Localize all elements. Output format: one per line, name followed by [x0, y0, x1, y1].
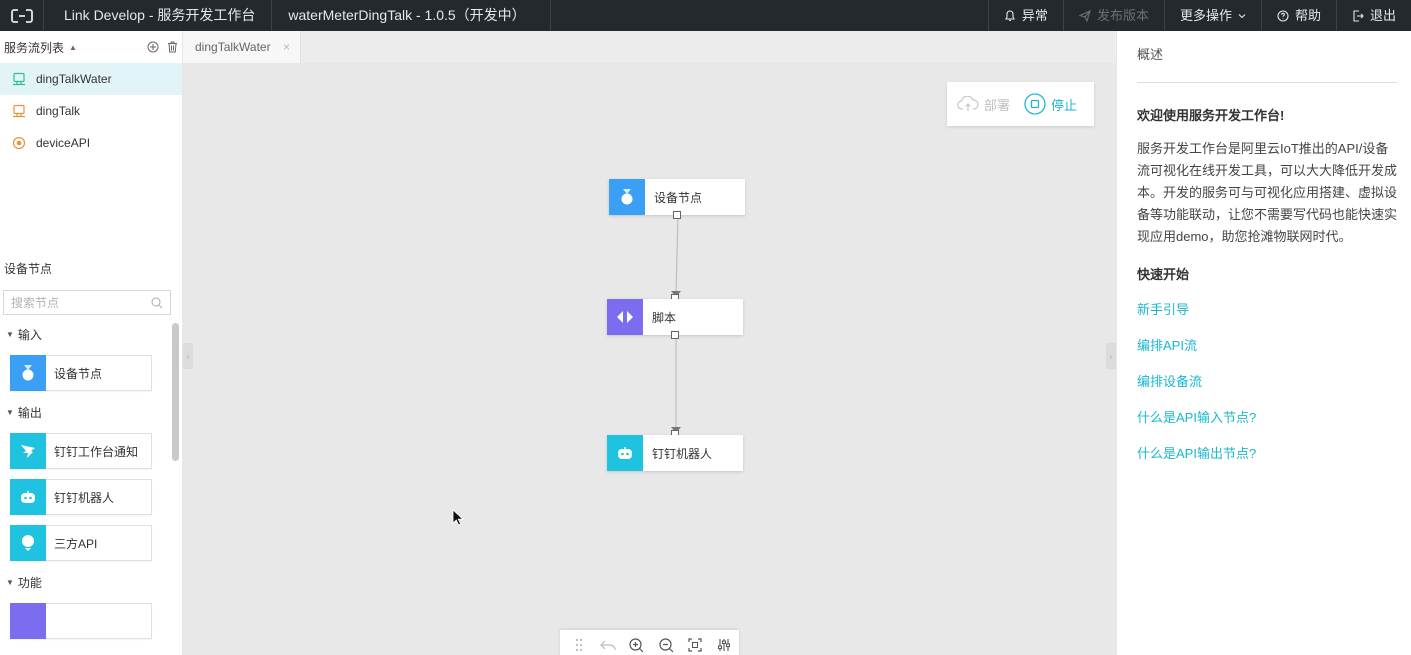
palette-scrollbar[interactable] [172, 323, 179, 461]
flow-item-label: dingTalk [36, 104, 81, 118]
api-flow-icon [12, 136, 26, 150]
right-panel: 概述 欢迎使用服务开发工作台! 服务开发工作台是阿里云IoT推出的API/设备流… [1116, 31, 1411, 655]
canvas-node-label: 脚本 [652, 310, 677, 325]
caret-down-icon: ▼ [6, 407, 14, 417]
palette-node-dingtalk-notify[interactable]: 钉钉工作台通知 [10, 432, 152, 469]
bell-icon [1005, 9, 1015, 21]
category-function[interactable]: ▼ 功能 [0, 571, 183, 593]
project-title: waterMeterDingTalk - 1.0.5（开发中） [272, 0, 551, 31]
help-label: 帮助 [1294, 8, 1321, 23]
device-node-icon [10, 354, 46, 391]
category-output[interactable]: ▼ 输出 [0, 401, 183, 423]
palette-node-label: 钉钉机器人 [54, 490, 115, 505]
search-icon[interactable] [151, 297, 163, 309]
link-api-input-node[interactable]: 什么是API输入节点? [1137, 409, 1397, 427]
palette-node-label: 钉钉工作台通知 [54, 444, 139, 459]
fit-view-icon[interactable] [681, 630, 710, 655]
send-icon [1078, 9, 1091, 22]
dingtalk-icon [10, 432, 46, 469]
flow-item-label: dingTalkWater [36, 72, 112, 86]
zoom-in-icon[interactable] [622, 630, 651, 655]
canvas-node-device[interactable]: 设备节点 [609, 179, 745, 215]
script-icon [607, 299, 643, 335]
tab-label: dingTalkWater [195, 40, 271, 54]
aliyun-logo[interactable] [0, 0, 44, 31]
flow-list-title: 服务流列表 [4, 40, 65, 55]
canvas-node-label: 设备节点 [654, 190, 703, 205]
canvas-node-robot[interactable]: 钉钉机器人 [607, 435, 743, 471]
add-flow-icon[interactable] [147, 41, 159, 53]
undo-icon[interactable] [593, 630, 622, 655]
more-actions-menu[interactable]: 更多操作 [1163, 0, 1261, 31]
publish-button[interactable]: 发布版本 [1062, 0, 1164, 31]
edge-device-to-script [675, 214, 679, 296]
settings-sliders-icon[interactable] [710, 630, 739, 655]
flow-item-label: deviceAPI [36, 136, 91, 150]
palette-node-partial[interactable] [10, 602, 152, 639]
editor-tab-bar: dingTalkWater × [183, 31, 1116, 63]
welcome-heading: 欢迎使用服务开发工作台! [1137, 108, 1285, 123]
zoom-out-icon[interactable] [652, 630, 681, 655]
close-icon[interactable]: × [283, 40, 290, 54]
app-title: Link Develop - 服务开发工作台 [44, 0, 273, 31]
overview-title: 概述 [1137, 31, 1397, 83]
help-icon [1277, 9, 1289, 22]
palette-node-device[interactable]: 设备节点 [10, 354, 152, 391]
chevron-down-icon [1238, 13, 1246, 18]
robot-icon [10, 478, 46, 515]
flow-connectors [671, 214, 681, 433]
flow-item-deviceapi[interactable]: deviceAPI [0, 127, 182, 159]
link-api-flow[interactable]: 编排API流 [1137, 337, 1397, 355]
alarm-label: 异常 [1021, 8, 1048, 23]
canvas-node-label: 钉钉机器人 [652, 446, 713, 461]
palette-node-dingtalk-robot[interactable]: 钉钉机器人 [10, 478, 152, 515]
nodes-section-title: 设备节点 [4, 262, 53, 276]
caret-down-icon: ▼ [6, 329, 14, 339]
palette-node-label: 设备节点 [54, 366, 103, 381]
left-sidebar: 服务流列表 ▲ dingTalkWater dingTalk deviceAPI… [0, 31, 183, 655]
link-device-flow[interactable]: 编排设备流 [1137, 373, 1397, 391]
category-label: 输入 [17, 327, 42, 342]
caret-down-icon: ▼ [6, 577, 14, 587]
node-search-input[interactable] [11, 295, 141, 310]
help-button[interactable]: 帮助 [1260, 0, 1336, 31]
mouse-cursor [452, 509, 464, 526]
output-port[interactable] [673, 211, 681, 219]
more-actions-label: 更多操作 [1179, 8, 1232, 23]
link-beginner-guide[interactable]: 新手引导 [1137, 301, 1397, 319]
caret-up-icon[interactable]: ▲ [69, 43, 77, 52]
drag-handle-icon[interactable] [564, 630, 593, 655]
logout-button[interactable]: 退出 [1335, 0, 1411, 31]
workbench-description: 服务开发工作台是阿里云IoT推出的API/设备流可视化在线开发工具，可以大大降低… [1137, 141, 1398, 244]
category-label: 功能 [17, 575, 42, 590]
logout-label: 退出 [1369, 8, 1396, 23]
delete-flow-icon[interactable] [167, 41, 178, 53]
node-search-box[interactable] [3, 290, 171, 315]
tab-dingtalkwater[interactable]: dingTalkWater × [183, 31, 301, 63]
quick-start-heading: 快速开始 [1137, 267, 1190, 282]
palette-node-label: 三方API [54, 536, 98, 551]
flow-canvas[interactable]: ‹ › 部署 停止 设备节点 脚本 钉钉机器人 [183, 63, 1116, 655]
link-api-output-node[interactable]: 什么是API输出节点? [1137, 445, 1397, 463]
palette-node-third-party-api[interactable]: 三方API [10, 524, 152, 561]
device-node-icon [609, 179, 645, 215]
top-bar: Link Develop - 服务开发工作台 waterMeterDingTal… [0, 0, 1411, 31]
canvas-bottom-toolbar [560, 630, 739, 655]
flow-list-header: 服务流列表 ▲ [0, 31, 182, 63]
device-flow-icon [12, 72, 26, 86]
category-input[interactable]: ▼ 输入 [0, 323, 183, 345]
flow-item-dingtalkwater[interactable]: dingTalkWater [0, 63, 182, 95]
script-icon [10, 602, 46, 639]
alarm-button[interactable]: 异常 [987, 0, 1063, 31]
third-party-api-icon [10, 524, 46, 561]
robot-icon [607, 435, 643, 471]
device-flow-icon [12, 104, 26, 118]
publish-label: 发布版本 [1096, 8, 1149, 23]
category-label: 输出 [17, 405, 42, 420]
node-palette: ▼ 输入 设备节点 ▼ 输出 钉钉工作台通知 钉钉机器人 三方API ▼ 功能 [0, 323, 183, 655]
output-port[interactable] [671, 331, 679, 339]
flow-item-dingtalk[interactable]: dingTalk [0, 95, 182, 127]
canvas-node-script[interactable]: 脚本 [607, 299, 743, 335]
logout-icon [1353, 9, 1364, 22]
